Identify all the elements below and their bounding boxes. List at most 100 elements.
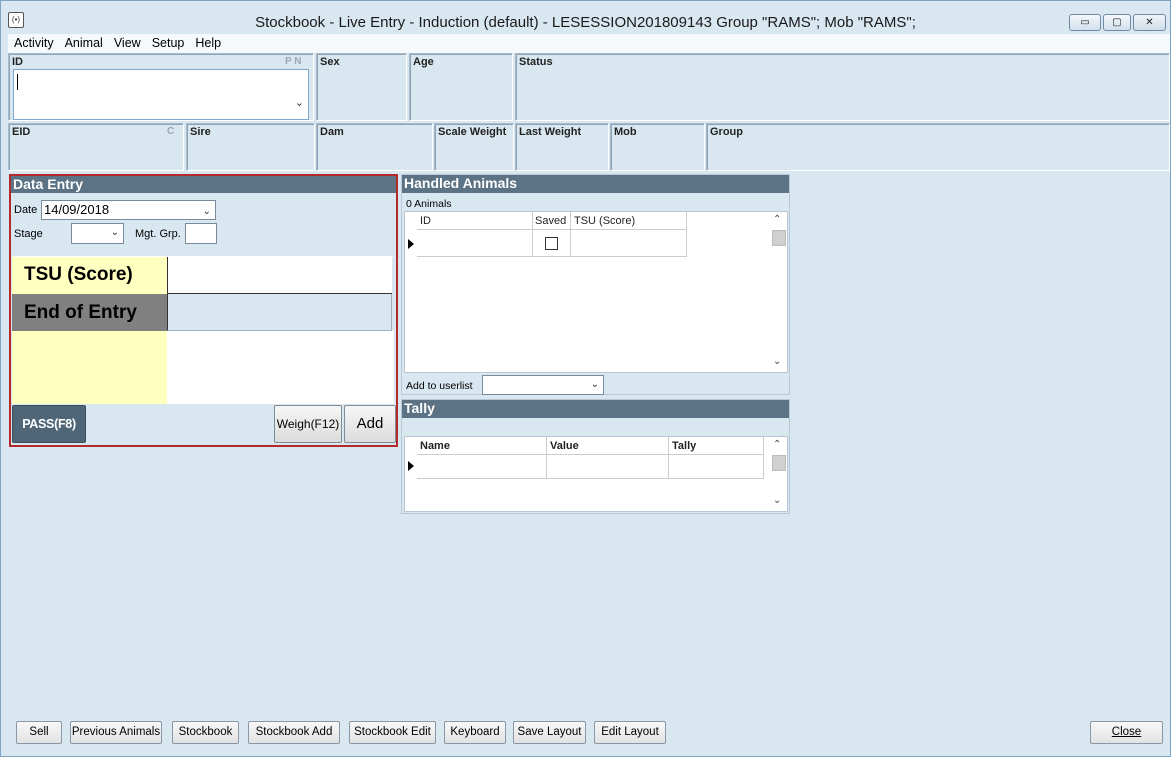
mgt-grp-input[interactable] <box>185 223 217 244</box>
weigh-button[interactable]: Weigh(F12) <box>274 405 342 443</box>
menu-help[interactable]: Help <box>189 34 226 53</box>
chevron-up-icon[interactable]: ⌃ <box>773 439 781 450</box>
eid-box: EID C <box>8 123 184 171</box>
pass-button[interactable]: PASS(F8) <box>12 405 86 443</box>
chevron-up-icon[interactable]: ⌃ <box>773 214 781 225</box>
maximize-button[interactable]: ▢ <box>1103 14 1131 31</box>
dam-label: Dam <box>320 126 344 138</box>
menu-activity[interactable]: Activity <box>8 34 59 53</box>
add-to-userlist-label: Add to userlist <box>406 380 473 392</box>
chevron-down-icon[interactable]: ⌄ <box>591 379 599 390</box>
entry-row-end[interactable]: End of Entry <box>12 294 393 331</box>
stockbook-button[interactable]: Stockbook <box>172 721 239 744</box>
handled-animals-panel: Handled Animals 0 Animals ID Saved TSU (… <box>401 174 790 395</box>
last-weight-box: Last Weight <box>515 123 609 171</box>
tsu-value[interactable] <box>167 257 392 294</box>
chevron-down-icon[interactable]: ⌄ <box>773 356 781 367</box>
saved-checkbox[interactable] <box>545 237 558 250</box>
animal-count: 0 Animals <box>406 198 452 210</box>
scale-weight-label: Scale Weight <box>438 126 507 138</box>
entry-row-tsu[interactable]: TSU (Score) <box>12 256 393 294</box>
eid-flag: C <box>167 126 175 137</box>
scroll-thumb[interactable] <box>772 455 786 471</box>
stage-label: Stage <box>14 228 43 240</box>
stockbook-add-button[interactable]: Stockbook Add <box>248 721 340 744</box>
sex-box: Sex <box>316 53 407 121</box>
id-input[interactable]: ⌄ <box>13 69 309 120</box>
tally-header: Tally <box>402 400 789 418</box>
blank-value[interactable] <box>167 331 394 404</box>
eid-label: EID <box>12 126 31 138</box>
stockbook-edit-button[interactable]: Stockbook Edit <box>349 721 436 744</box>
keyboard-button[interactable]: Keyboard <box>444 721 506 744</box>
handled-animals-grid[interactable]: ID Saved TSU (Score) ⌃ ⌄ <box>404 211 788 373</box>
handled-scrollbar[interactable]: ⌃ ⌄ <box>771 212 787 372</box>
date-label: Date <box>14 204 38 216</box>
userlist-select[interactable]: ⌄ <box>482 375 604 395</box>
date-picker[interactable]: 14/09/2018 ⌄ <box>41 200 216 220</box>
edit-layout-button[interactable]: Edit Layout <box>594 721 666 744</box>
scroll-thumb[interactable] <box>772 230 786 246</box>
status-label: Status <box>519 56 553 68</box>
table-row[interactable] <box>417 230 533 257</box>
scale-weight-box: Scale Weight <box>434 123 514 171</box>
chevron-down-icon[interactable]: ⌄ <box>203 203 211 221</box>
previous-animals-button[interactable]: Previous Animals <box>70 721 162 744</box>
menu-animal[interactable]: Animal <box>59 34 108 53</box>
age-label: Age <box>413 56 434 68</box>
sire-box: Sire <box>186 123 315 171</box>
window-title: Stockbook - Live Entry - Induction (defa… <box>255 14 916 31</box>
text-caret <box>17 74 18 90</box>
chevron-down-icon[interactable]: ⌄ <box>773 495 781 506</box>
main-window: (•) Stockbook - Live Entry - Induction (… <box>0 0 1171 757</box>
blank-label <box>12 331 167 404</box>
data-entry-panel: Data Entry Date 14/09/2018 ⌄ Stage ⌄ Mgt… <box>9 174 398 447</box>
end-of-entry-value[interactable] <box>167 294 392 331</box>
chevron-down-icon[interactable]: ⌄ <box>295 96 304 109</box>
id-label: ID <box>12 56 23 68</box>
col-id[interactable]: ID <box>420 215 431 227</box>
data-entry-header: Data Entry <box>11 176 396 193</box>
close-button[interactable]: Close <box>1090 721 1163 744</box>
client-area: ID P N ⌄ Sex Age Status EID C Sire Dam S… <box>8 53 1170 753</box>
col-tally[interactable]: Tally <box>672 440 696 452</box>
stage-select[interactable]: ⌄ <box>71 223 124 244</box>
handled-animals-header: Handled Animals <box>402 175 789 193</box>
group-label: Group <box>710 126 743 138</box>
entry-row-blank[interactable] <box>12 331 394 404</box>
dam-box: Dam <box>316 123 433 171</box>
col-name[interactable]: Name <box>420 440 450 452</box>
close-window-button[interactable]: ✕ <box>1133 14 1166 31</box>
menu-view[interactable]: View <box>108 34 146 53</box>
menu-bar: Activity Animal View Setup Help <box>8 34 1170 53</box>
save-layout-button[interactable]: Save Layout <box>513 721 586 744</box>
table-row[interactable] <box>417 455 547 479</box>
end-of-entry-label: End of Entry <box>12 294 167 331</box>
mgt-grp-label: Mgt. Grp. <box>135 228 181 240</box>
last-weight-label: Last Weight <box>519 126 582 138</box>
id-box: ID P N ⌄ <box>8 53 314 121</box>
sex-label: Sex <box>320 56 340 68</box>
col-value[interactable]: Value <box>550 440 579 452</box>
sire-label: Sire <box>190 126 211 138</box>
id-flags: P N <box>285 56 302 67</box>
tally-panel: Tally Name Value Tally ⌃ ⌄ <box>401 399 790 514</box>
tally-scrollbar[interactable]: ⌃ ⌄ <box>771 437 787 511</box>
mob-label: Mob <box>614 126 637 138</box>
add-button[interactable]: Add <box>344 405 396 443</box>
chevron-down-icon[interactable]: ⌄ <box>111 227 119 238</box>
minimize-button[interactable]: ▭ <box>1069 14 1101 31</box>
date-value: 14/09/2018 <box>44 202 110 217</box>
title-bar: (•) Stockbook - Live Entry - Induction (… <box>1 1 1170 34</box>
menu-setup[interactable]: Setup <box>146 34 190 53</box>
col-tsu[interactable]: TSU (Score) <box>574 215 635 227</box>
col-saved[interactable]: Saved <box>535 215 566 227</box>
sell-button[interactable]: Sell <box>16 721 62 744</box>
row-pointer-icon <box>408 461 414 471</box>
status-box: Status <box>515 53 1170 121</box>
tally-grid[interactable]: Name Value Tally ⌃ ⌄ <box>404 436 788 512</box>
age-box: Age <box>409 53 513 121</box>
group-box: Group <box>706 123 1170 171</box>
tsu-label: TSU (Score) <box>12 257 167 294</box>
row-pointer-icon <box>408 239 414 249</box>
